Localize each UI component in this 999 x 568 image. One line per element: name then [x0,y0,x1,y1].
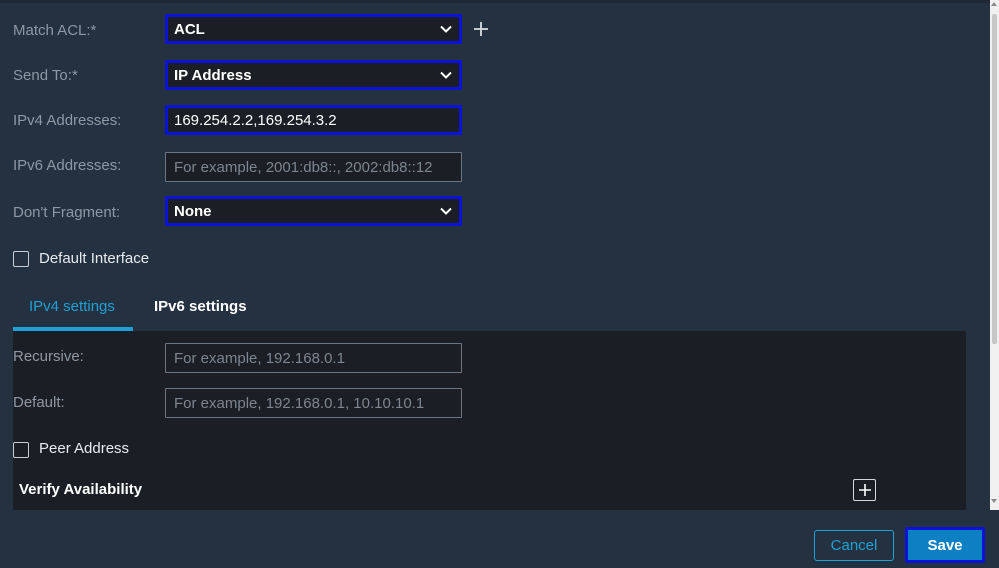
chevron-down-icon [440,25,452,33]
ipv6-addresses-placeholder: For example, 2001:db8::, 2002:db8::12 [174,158,433,176]
chevron-down-icon [440,71,452,79]
save-button[interactable]: Save [905,527,985,563]
add-icon [858,484,871,496]
recursive-input[interactable]: For example, 192.168.0.1 [165,343,462,373]
scroll-down-arrow-icon[interactable] [991,499,997,503]
default-label: Default: [13,394,65,411]
cancel-button[interactable]: Cancel [814,530,894,561]
add-verify-availability-button[interactable] [853,479,876,501]
dont-fragment-select[interactable]: None [165,196,462,226]
ipv4-addresses-value: 169.254.2.2,169.254.3.2 [174,111,337,129]
send-to-select[interactable]: IP Address [165,60,462,90]
top-edge [0,0,990,3]
peer-address-label: Peer Address [39,440,130,457]
send-to-value: IP Address [174,66,252,84]
verify-availability-label: Verify Availability [19,481,143,498]
tab-ipv4-settings[interactable]: IPv4 settings [29,298,115,315]
chevron-down-icon [440,207,452,215]
default-placeholder: For example, 192.168.0.1, 10.10.10.1 [174,394,425,412]
dont-fragment-value: None [174,202,212,220]
default-interface-label: Default Interface [39,250,150,267]
default-input[interactable]: For example, 192.168.0.1, 10.10.10.1 [165,388,462,418]
tab-ipv6-settings[interactable]: IPv6 settings [154,298,247,315]
ipv4-addresses-label: IPv4 Addresses: [13,112,122,129]
scroll-up-arrow-icon[interactable] [991,2,997,6]
add-acl-icon[interactable] [472,20,490,38]
recursive-placeholder: For example, 192.168.0.1 [174,349,345,367]
recursive-label: Recursive: [13,348,84,365]
match-acl-label: Match ACL:* [13,22,97,39]
scrollbar-thumb[interactable] [992,14,997,344]
default-interface-checkbox[interactable] [13,251,29,267]
dialog-body: Match ACL:* ACL Send To:* IP Address IPv… [0,0,990,510]
ipv4-addresses-input[interactable]: 169.254.2.2,169.254.3.2 [165,105,462,135]
dont-fragment-label: Don't Fragment: [13,204,121,221]
send-to-label: Send To:* [13,67,78,84]
ipv4-settings-panel [13,331,966,510]
ipv6-addresses-input[interactable]: For example, 2001:db8::, 2002:db8::12 [165,152,462,182]
match-acl-select[interactable]: ACL [165,14,462,44]
match-acl-value: ACL [174,20,205,38]
ipv6-addresses-label: IPv6 Addresses: [13,157,122,174]
peer-address-checkbox[interactable] [13,442,29,458]
